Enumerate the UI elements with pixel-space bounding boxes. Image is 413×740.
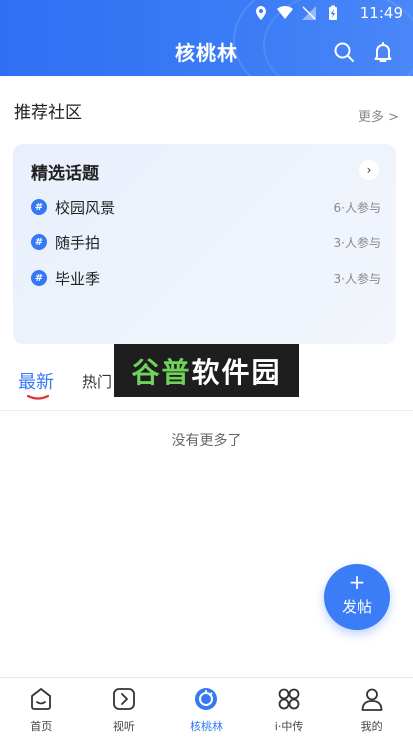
app-header: 11:49 核桃林 xyxy=(0,0,413,76)
divider xyxy=(0,410,413,411)
nav-item-home[interactable]: 首页 xyxy=(0,678,83,740)
nav-label: 我的 xyxy=(360,720,383,733)
nav-label: 首页 xyxy=(30,720,53,733)
battery-charging-icon xyxy=(329,5,337,20)
topic-name: 校园风景 xyxy=(55,199,116,217)
nav-label: i·中传 xyxy=(274,720,304,733)
tab-latest[interactable]: 最新 xyxy=(18,368,54,394)
topic-item[interactable]: # 毕业季 3·人参与 xyxy=(31,268,381,290)
nav-item-profile[interactable]: 我的 xyxy=(330,678,413,740)
nav-item-i-cuc[interactable]: i·中传 xyxy=(248,678,331,740)
topic-participants: 3·人参与 xyxy=(333,236,381,250)
nav-label: 核桃林 xyxy=(189,720,223,733)
nav-item-media[interactable]: 视听 xyxy=(83,678,166,740)
location-icon xyxy=(256,6,266,20)
topic-participants: 6·人参与 xyxy=(333,201,381,215)
signal-off-icon xyxy=(302,6,316,20)
topic-item[interactable]: # 校园风景 6·人参与 xyxy=(31,197,381,219)
tab-hot[interactable]: 热门 xyxy=(82,371,112,392)
walnut-icon xyxy=(195,688,218,710)
home-icon xyxy=(31,688,52,710)
hashtag-icon: # xyxy=(31,234,47,250)
hashtag-icon: # xyxy=(31,199,47,215)
play-icon xyxy=(112,688,135,710)
active-tab-indicator xyxy=(27,394,49,400)
section-title-recommended: 推荐社区 xyxy=(14,103,82,123)
bottom-navigation: 首页 视听 核桃林 i·中传 我的 xyxy=(0,677,413,740)
topic-name: 随手拍 xyxy=(55,234,101,252)
watermark-text: 谷普 xyxy=(131,355,192,389)
card-title: 精选话题 xyxy=(31,164,99,184)
new-post-label: 发帖 xyxy=(341,598,372,616)
nav-label: 视听 xyxy=(112,720,135,733)
apps-icon xyxy=(278,688,300,710)
watermark-logo: 谷普 软件园 xyxy=(114,344,299,397)
feed-empty-text: 没有更多了 xyxy=(171,433,242,449)
search-icon[interactable] xyxy=(332,40,356,64)
topic-item[interactable]: # 随手拍 3·人参与 xyxy=(31,232,381,254)
status-time: 11:49 xyxy=(359,4,403,22)
watermark-text: 软件园 xyxy=(191,355,282,389)
plus-icon: + xyxy=(348,570,366,594)
chevron-right-icon[interactable]: › xyxy=(359,160,379,180)
new-post-button[interactable]: + 发帖 xyxy=(324,564,390,630)
status-icons xyxy=(253,5,341,21)
featured-topics-card: 精选话题 › # 校园风景 6·人参与 # 随手拍 3·人参与 # 毕业季 3·… xyxy=(13,144,396,344)
wifi-icon xyxy=(277,5,293,20)
bell-icon[interactable] xyxy=(371,40,395,64)
topic-participants: 3·人参与 xyxy=(333,272,381,286)
topic-name: 毕业季 xyxy=(55,270,101,288)
more-link[interactable]: 更多 > xyxy=(358,106,399,125)
nav-item-walnut-forest[interactable]: 核桃林 xyxy=(165,678,248,740)
user-icon xyxy=(361,688,383,711)
hashtag-icon: # xyxy=(31,270,47,286)
